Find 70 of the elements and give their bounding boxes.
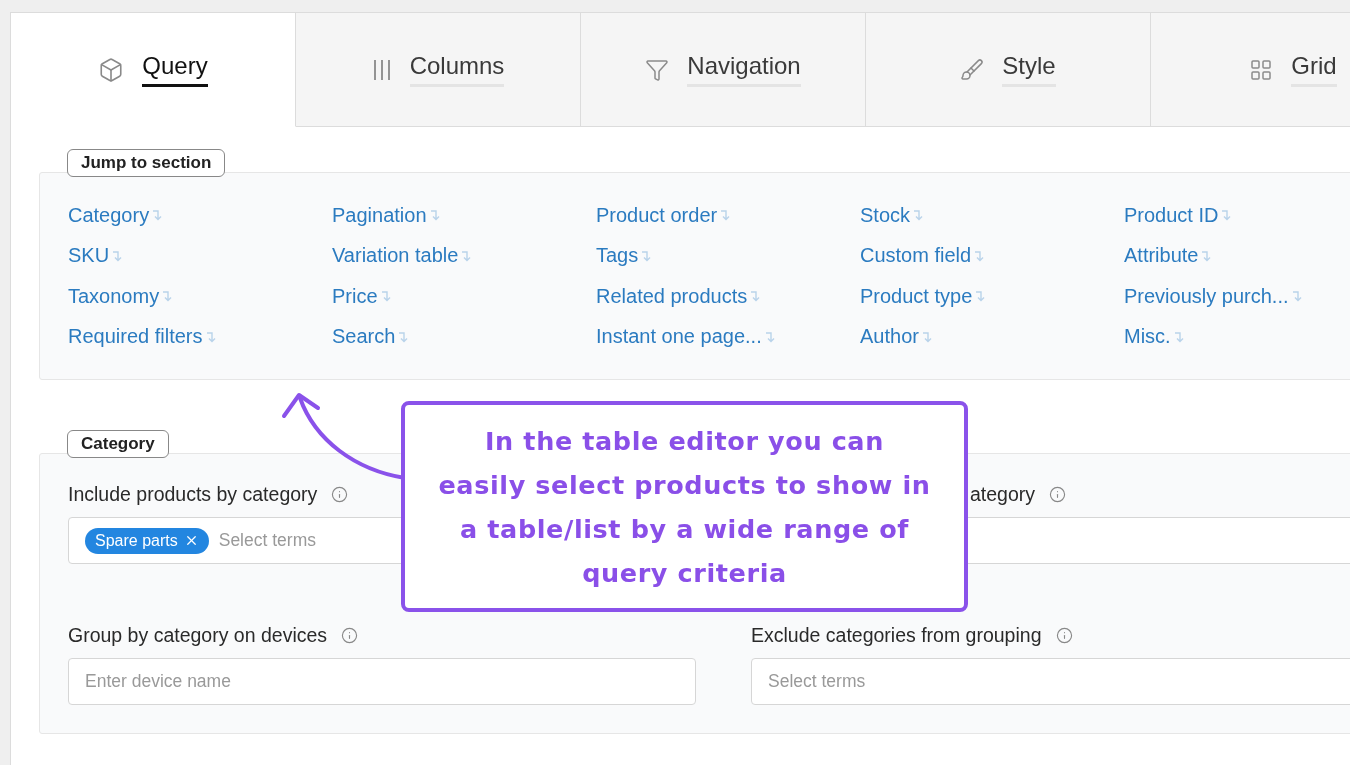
section-link[interactable]: Price <box>332 276 596 317</box>
hook-arrow-icon <box>1220 208 1233 223</box>
info-icon[interactable] <box>1055 626 1073 644</box>
cube-icon <box>98 56 125 83</box>
term-tag: Spare parts <box>85 527 209 554</box>
placeholder: Select terms <box>768 671 866 692</box>
section-link[interactable]: Stock <box>860 195 1124 236</box>
hook-arrow-icon <box>460 248 473 263</box>
tab-label: Columns <box>409 52 505 87</box>
hook-arrow-icon <box>912 208 925 223</box>
hook-arrow-icon <box>640 248 653 263</box>
filter-icon <box>645 57 670 82</box>
section-link[interactable]: Product ID <box>1124 195 1350 236</box>
section-link[interactable]: SKU <box>68 235 332 276</box>
placeholder: Select terms <box>218 530 316 551</box>
brush-icon <box>960 57 985 82</box>
hook-arrow-icon <box>719 208 732 223</box>
hook-arrow-icon <box>151 208 164 223</box>
section-link[interactable]: Previously purch... <box>1124 276 1350 317</box>
field-label: ategory <box>970 482 1036 506</box>
hook-arrow-icon <box>428 208 441 223</box>
tab-label: Navigation <box>687 52 801 87</box>
section-link[interactable]: Category <box>68 195 332 236</box>
section-link[interactable]: Required filters <box>68 316 332 357</box>
section-title: Jump to section <box>67 149 226 177</box>
tab-label: Style <box>1002 52 1056 87</box>
section-link[interactable]: Pagination <box>332 195 596 236</box>
hook-arrow-icon <box>1200 248 1213 263</box>
hook-arrow-icon <box>379 289 392 304</box>
hook-arrow-icon <box>749 289 762 304</box>
field-label: Include products by category <box>68 482 318 506</box>
input-field[interactable]: Enter device name <box>68 658 696 705</box>
section-link[interactable]: Product order <box>596 195 860 236</box>
hook-arrow-icon <box>1290 289 1303 304</box>
hook-arrow-icon <box>204 329 217 344</box>
field-label: Exclude categories from grouping <box>751 623 1042 647</box>
tab[interactable]: Columns <box>296 13 581 127</box>
info-icon[interactable] <box>341 626 359 644</box>
section-link[interactable]: Instant one page... <box>596 316 860 357</box>
section-link[interactable]: Author <box>860 316 1124 357</box>
hook-arrow-icon <box>397 329 410 344</box>
select-field[interactable]: Select terms <box>751 658 1350 705</box>
section-link[interactable]: Taxonomy <box>68 276 332 317</box>
tab-label: Query <box>142 52 208 87</box>
grid-icon <box>1249 57 1274 82</box>
hook-arrow-icon <box>974 289 987 304</box>
field-label: Group by category on devices <box>68 623 328 647</box>
columns-icon <box>371 57 392 82</box>
section-link[interactable]: Product type <box>860 276 1124 317</box>
section-link[interactable]: Variation table <box>332 235 596 276</box>
tab-label: Grid <box>1291 52 1337 87</box>
section-title: Category <box>67 430 169 458</box>
hook-arrow-icon <box>1172 329 1185 344</box>
info-icon[interactable] <box>1049 485 1067 503</box>
section-link[interactable]: Attribute <box>1124 235 1350 276</box>
tab[interactable]: Navigation <box>581 13 866 127</box>
hook-arrow-icon <box>111 248 124 263</box>
section-link[interactable]: Related products <box>596 276 860 317</box>
tab[interactable]: Style <box>866 13 1151 127</box>
section-link[interactable]: Custom field <box>860 235 1124 276</box>
placeholder: Enter device name <box>85 671 231 692</box>
hook-arrow-icon <box>763 329 776 344</box>
tab[interactable]: Grid <box>1151 13 1350 127</box>
section-link[interactable]: Tags <box>596 235 860 276</box>
hook-arrow-icon <box>920 329 933 344</box>
hook-arrow-icon <box>973 248 986 263</box>
section-link[interactable]: Search <box>332 316 596 357</box>
section-link[interactable]: Misc. <box>1124 316 1350 357</box>
info-icon[interactable] <box>331 485 349 503</box>
hook-arrow-icon <box>161 289 174 304</box>
